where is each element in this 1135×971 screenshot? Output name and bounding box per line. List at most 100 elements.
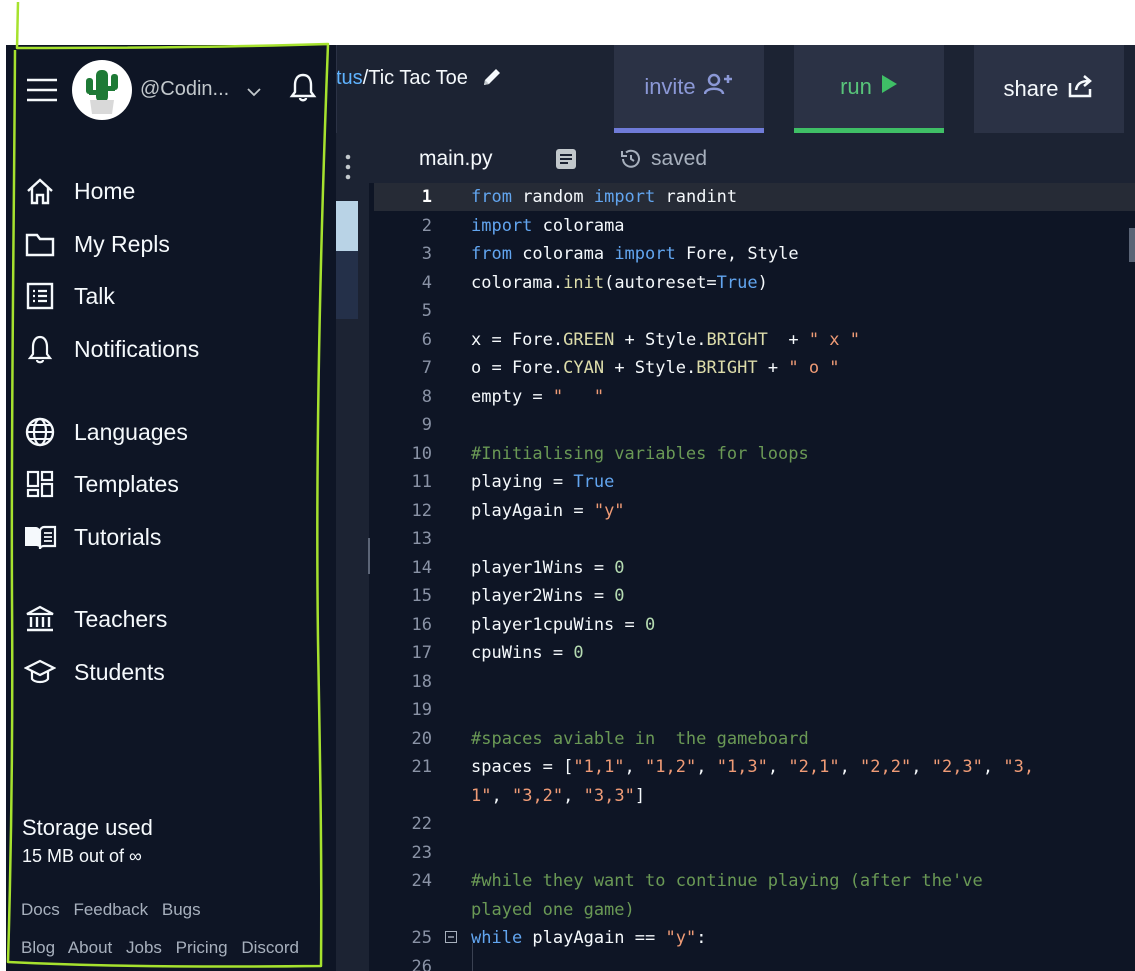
code-line[interactable]: 15 player2Wins = 0	[374, 582, 1135, 610]
code-line[interactable]: 13	[374, 525, 1135, 553]
code-token: "2,3"	[931, 757, 983, 777]
sidebar-item-talk[interactable]: Talk	[23, 278, 115, 314]
code-line[interactable]: 14 player1Wins = 0	[374, 554, 1135, 582]
code-token: o = Fore.	[471, 358, 564, 378]
code-line[interactable]: 1 from random import randint	[374, 183, 1135, 211]
code-line[interactable]: 7 o = Fore.CYAN + Style.BRIGHT + " o "	[374, 354, 1135, 382]
code-line[interactable]: 24 #while they want to continue playing (…	[374, 867, 1135, 895]
username[interactable]: @Codin...	[140, 78, 229, 101]
line-number: 9	[421, 415, 432, 435]
sidebar-item-home[interactable]: Home	[23, 173, 135, 209]
share-button[interactable]: share	[974, 45, 1124, 133]
code-editor[interactable]: 1 from random import randint 2 import color…	[374, 183, 1135, 971]
pencil-icon[interactable]	[480, 65, 504, 89]
line-number: 6	[421, 329, 432, 350]
code-token: "2,2"	[860, 757, 912, 777]
code-text: cpuWins = 0	[471, 639, 584, 667]
code-token: :	[696, 928, 707, 948]
code-token: playing =	[471, 472, 574, 492]
code-line[interactable]: 22	[374, 810, 1135, 838]
run-button[interactable]: run	[794, 45, 944, 133]
run-label: run	[840, 73, 872, 99]
code-token: GREEN	[563, 329, 615, 350]
breadcrumb-owner[interactable]: tus	[336, 67, 363, 89]
repl-name[interactable]: Tic Tac Toe	[368, 67, 468, 89]
save-status-label: saved	[651, 147, 708, 170]
storage-title: Storage used	[22, 815, 153, 840]
code-line[interactable]: 12 playAgain = "y"	[374, 497, 1135, 525]
code-line[interactable]: 8 empty = " "	[374, 383, 1135, 411]
line-number: 18	[411, 671, 432, 692]
code-line[interactable]: 1", "3,2", "3,3"]	[374, 782, 1135, 810]
code-line[interactable]: 25 while playAgain == "y":	[374, 924, 1135, 952]
code-line[interactable]: 2 import colorama	[374, 212, 1135, 240]
code-token: " "	[552, 386, 605, 407]
code-token: " x "	[808, 329, 860, 350]
selected-file-highlight[interactable]	[336, 201, 358, 251]
code-token: #Initialising variables for loops	[471, 443, 809, 464]
code-line[interactable]: 19	[374, 696, 1135, 724]
panel-resize-handle[interactable]	[368, 538, 370, 574]
code-text: x = Fore.GREEN + Style.BRIGHT + " x "	[471, 326, 860, 354]
footer-link-about[interactable]: About	[68, 938, 112, 957]
fold-collapse-icon[interactable]	[445, 931, 457, 943]
line-number: 5	[421, 301, 432, 321]
sidebar-item-label: Notifications	[74, 335, 200, 362]
editor-scrollbar[interactable]	[1129, 228, 1135, 262]
line-number: 23	[411, 842, 432, 863]
talk-icon	[23, 279, 57, 313]
code-line[interactable]: 18	[374, 668, 1135, 696]
code-line[interactable]: 10 #Initialising variables for loops	[374, 440, 1135, 468]
invite-button[interactable]: invite	[614, 45, 764, 133]
code-token: "1,1"	[573, 757, 625, 777]
code-text: colorama.init(autoreset=True)	[471, 269, 768, 297]
code-line[interactable]: 21 spaces = ["1,1", "1,2", "1,3", "2,1", …	[374, 753, 1135, 781]
code-token: " o "	[788, 358, 840, 378]
code-line[interactable]: played one game)	[374, 896, 1135, 924]
sidebar: @Codin... Home My Repls Talk Notificatio…	[6, 45, 337, 971]
code-line[interactable]: 20 #spaces aviable in the gameboard	[374, 725, 1135, 753]
history-icon	[621, 149, 640, 168]
code-line[interactable]: 16 player1cpuWins = 0	[374, 611, 1135, 639]
footer-link-bugs[interactable]: Bugs	[162, 900, 201, 919]
sidebar-item-notifications[interactable]: Notifications	[23, 331, 199, 367]
code-token: player1Wins =	[471, 557, 615, 578]
chevron-down-icon[interactable]	[246, 85, 262, 97]
code-token: 1"	[471, 785, 492, 806]
code-line[interactable]: 5	[374, 297, 1135, 325]
code-line[interactable]: 11 playing = True	[374, 468, 1135, 496]
more-options-icon[interactable]	[345, 153, 351, 183]
code-line[interactable]: 9	[374, 411, 1135, 439]
sidebar-item-students[interactable]: Students	[23, 654, 165, 690]
footer-link-discord[interactable]: Discord	[241, 938, 299, 957]
bell-icon[interactable]	[289, 72, 317, 102]
footer-link-docs[interactable]: Docs	[21, 900, 60, 919]
code-token: ,	[563, 785, 584, 806]
footer-link-jobs[interactable]: Jobs	[126, 938, 162, 957]
avatar[interactable]	[72, 60, 132, 120]
tab-main-py[interactable]: main.py	[419, 147, 493, 171]
footer-link-blog[interactable]: Blog	[21, 938, 55, 957]
code-line[interactable]: 23	[374, 839, 1135, 867]
line-number: 15	[411, 586, 432, 606]
sidebar-item-languages[interactable]: Languages	[23, 414, 188, 450]
graduation-cap-icon	[23, 655, 57, 689]
footer-link-pricing[interactable]: Pricing	[176, 938, 228, 957]
code-token: colorama.	[471, 272, 564, 293]
code-line[interactable]: 17 cpuWins = 0	[374, 639, 1135, 667]
hamburger-menu-icon[interactable]	[26, 78, 58, 102]
document-icon[interactable]	[555, 148, 577, 170]
code-line[interactable]: 4 colorama.init(autoreset=True)	[374, 269, 1135, 297]
code-line[interactable]: 26	[374, 953, 1135, 971]
sidebar-item-my-repls[interactable]: My Repls	[23, 226, 170, 262]
code-token: ,	[767, 757, 789, 777]
code-line[interactable]: 6 x = Fore.GREEN + Style.BRIGHT + " x "	[374, 326, 1135, 354]
code-token: "3,	[1003, 757, 1035, 777]
code-line[interactable]: 3 from colorama import Fore, Style	[374, 240, 1135, 268]
code-token: while	[471, 928, 523, 948]
editor-tab-bar: main.py saved	[369, 133, 1135, 183]
sidebar-item-templates[interactable]: Templates	[23, 466, 179, 502]
sidebar-item-tutorials[interactable]: Tutorials	[23, 519, 161, 555]
footer-link-feedback[interactable]: Feedback	[73, 900, 148, 919]
sidebar-item-teachers[interactable]: Teachers	[23, 601, 167, 637]
